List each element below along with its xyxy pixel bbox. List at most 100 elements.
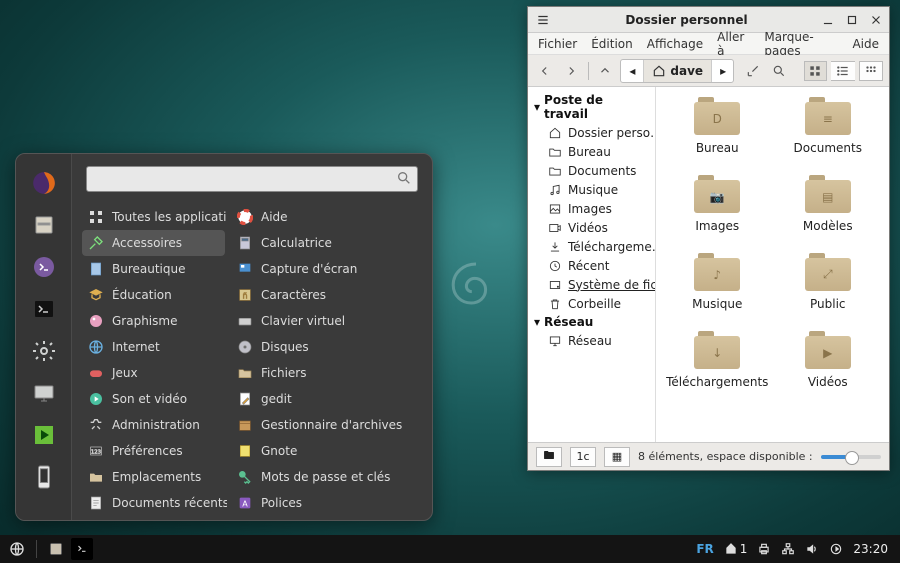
fav-phone[interactable] <box>29 462 59 492</box>
clock[interactable]: 23:20 <box>853 542 888 556</box>
fav-terminal[interactable] <box>29 294 59 324</box>
statusbar-icon-view[interactable]: 🖿 <box>536 447 562 467</box>
volume-icon[interactable] <box>805 542 819 556</box>
pathseg-dave[interactable]: dave <box>644 60 712 82</box>
app-disks[interactable]: Disques <box>231 334 426 360</box>
sidebar-item-network[interactable]: Réseau <box>528 331 655 350</box>
power-icon[interactable] <box>829 542 843 556</box>
folder-item[interactable]: ≡Documents <box>773 97 884 155</box>
location-toggle-icon[interactable] <box>742 60 764 82</box>
app-fonts[interactable]: APolices <box>231 490 426 516</box>
category-places[interactable]: Emplacements <box>82 464 225 490</box>
pathseg-next[interactable]: ▸ <box>712 60 734 82</box>
icon-view-button[interactable] <box>804 61 828 81</box>
sidebar-item-download[interactable]: Téléchargeme… <box>528 237 655 256</box>
category-admin[interactable]: Administration <box>82 412 225 438</box>
taskbar-terminal-icon[interactable] <box>71 538 93 560</box>
up-button[interactable] <box>595 60 617 82</box>
help-icon <box>237 209 253 225</box>
folder-item[interactable]: ♪Musique <box>662 253 773 311</box>
category-media[interactable]: Son et vidéo <box>82 386 225 412</box>
sidebar-item-clock[interactable]: Récent <box>528 256 655 275</box>
zoom-slider[interactable] <box>821 455 881 459</box>
menubar: Fichier Édition Affichage Aller à Marque-pag… <box>528 33 889 55</box>
category-education[interactable]: Éducation <box>82 282 225 308</box>
search-input[interactable] <box>86 166 418 192</box>
printer-icon[interactable] <box>757 542 771 556</box>
folder-item[interactable]: ▤Modèles <box>773 175 884 233</box>
fav-settings[interactable] <box>29 336 59 366</box>
app-passwords[interactable]: Mots de passe et clés <box>231 464 426 490</box>
sidebar-item-image[interactable]: Images <box>528 199 655 218</box>
sidebar-item-music[interactable]: Musique <box>528 180 655 199</box>
app-help[interactable]: Aide <box>231 204 426 230</box>
list-view-button[interactable] <box>831 61 855 81</box>
app-keyboard[interactable]: Clavier virtuel <box>231 308 426 334</box>
app-chars[interactable]: ñCaractères <box>231 282 426 308</box>
start-button[interactable] <box>6 538 28 560</box>
category-office[interactable]: Bureautique <box>82 256 225 282</box>
media-icon <box>88 391 104 407</box>
taskbar-files-icon[interactable] <box>45 538 67 560</box>
search-button[interactable] <box>768 60 790 82</box>
app-files[interactable]: Fichiers <box>231 360 426 386</box>
places-icon <box>88 469 104 485</box>
fav-terminal-purple[interactable] <box>29 252 59 282</box>
forward-button[interactable] <box>560 60 582 82</box>
folder-item[interactable]: ⤢Public <box>773 253 884 311</box>
sidebar-item-folder[interactable]: Bureau <box>528 142 655 161</box>
folder-item[interactable]: 📷Images <box>662 175 773 233</box>
category-accessories[interactable]: Accessoires <box>82 230 225 256</box>
sidebar-item-trash[interactable]: Corbeille <box>528 294 655 313</box>
folder-view[interactable]: DBureau≡Documents📷Images▤Modèles♪Musique… <box>656 87 889 442</box>
close-button[interactable] <box>869 13 883 27</box>
disks-icon <box>237 339 253 355</box>
category-recent[interactable]: Documents récents <box>82 490 225 516</box>
keyboard-layout-indicator[interactable]: FR <box>696 542 713 556</box>
passwords-icon <box>237 469 253 485</box>
sidebar-group[interactable]: ▾Poste de travail <box>528 91 655 123</box>
app-gnote[interactable]: Gnote <box>231 438 426 464</box>
menu-aide[interactable]: Aide <box>852 37 879 51</box>
sidebar-item-folder[interactable]: Documents <box>528 161 655 180</box>
menu-marque-pages[interactable]: Marque-pages <box>764 30 838 58</box>
category-globe[interactable]: Internet <box>82 334 225 360</box>
app-calc[interactable]: Calculatrice <box>231 230 426 256</box>
menu-affichage[interactable]: Affichage <box>647 37 703 51</box>
compact-view-button[interactable] <box>859 61 883 81</box>
folder-item[interactable]: ↓Téléchargements <box>662 331 773 389</box>
folder-item[interactable]: ▶Vidéos <box>773 331 884 389</box>
notifications-icon[interactable]: 1 <box>724 542 748 556</box>
category-graphics[interactable]: Graphisme <box>82 308 225 334</box>
menu-aller à[interactable]: Aller à <box>717 30 750 58</box>
app-archive[interactable]: Gestionnaire d'archives <box>231 412 426 438</box>
fav-display[interactable] <box>29 378 59 408</box>
maximize-button[interactable] <box>845 13 859 27</box>
search-icon <box>396 170 412 186</box>
sidebar-item-video[interactable]: Vidéos <box>528 218 655 237</box>
sidebar-group[interactable]: ▾Réseau <box>528 313 655 331</box>
statusbar-grid[interactable]: ▦ <box>604 447 630 467</box>
app-gedit[interactable]: gedit <box>231 386 426 412</box>
app-screenshot[interactable]: Capture d'écran <box>231 256 426 282</box>
network-icon[interactable] <box>781 542 795 556</box>
folder-item[interactable]: DBureau <box>662 97 773 155</box>
hamburger-icon[interactable] <box>534 13 552 27</box>
menu-search <box>86 166 418 192</box>
pathseg-prev[interactable]: ◂ <box>621 60 644 82</box>
category-prefs[interactable]: 123Préférences <box>82 438 225 464</box>
back-button[interactable] <box>534 60 556 82</box>
fav-logout[interactable] <box>29 420 59 450</box>
status-text: 8 éléments, espace disponible : 17,… <box>638 450 813 463</box>
files-icon <box>237 365 253 381</box>
fav-firefox[interactable] <box>29 168 59 198</box>
menu-édition[interactable]: Édition <box>591 37 633 51</box>
sidebar-item-disk[interactable]: Système de fic… <box>528 275 655 294</box>
category-grid[interactable]: Toutes les applications <box>82 204 225 230</box>
category-games[interactable]: Jeux <box>82 360 225 386</box>
minimize-button[interactable] <box>821 13 835 27</box>
sidebar-item-home[interactable]: Dossier perso… <box>528 123 655 142</box>
statusbar-scale[interactable]: 1c <box>570 447 596 467</box>
fav-files[interactable] <box>29 210 59 240</box>
menu-fichier[interactable]: Fichier <box>538 37 577 51</box>
